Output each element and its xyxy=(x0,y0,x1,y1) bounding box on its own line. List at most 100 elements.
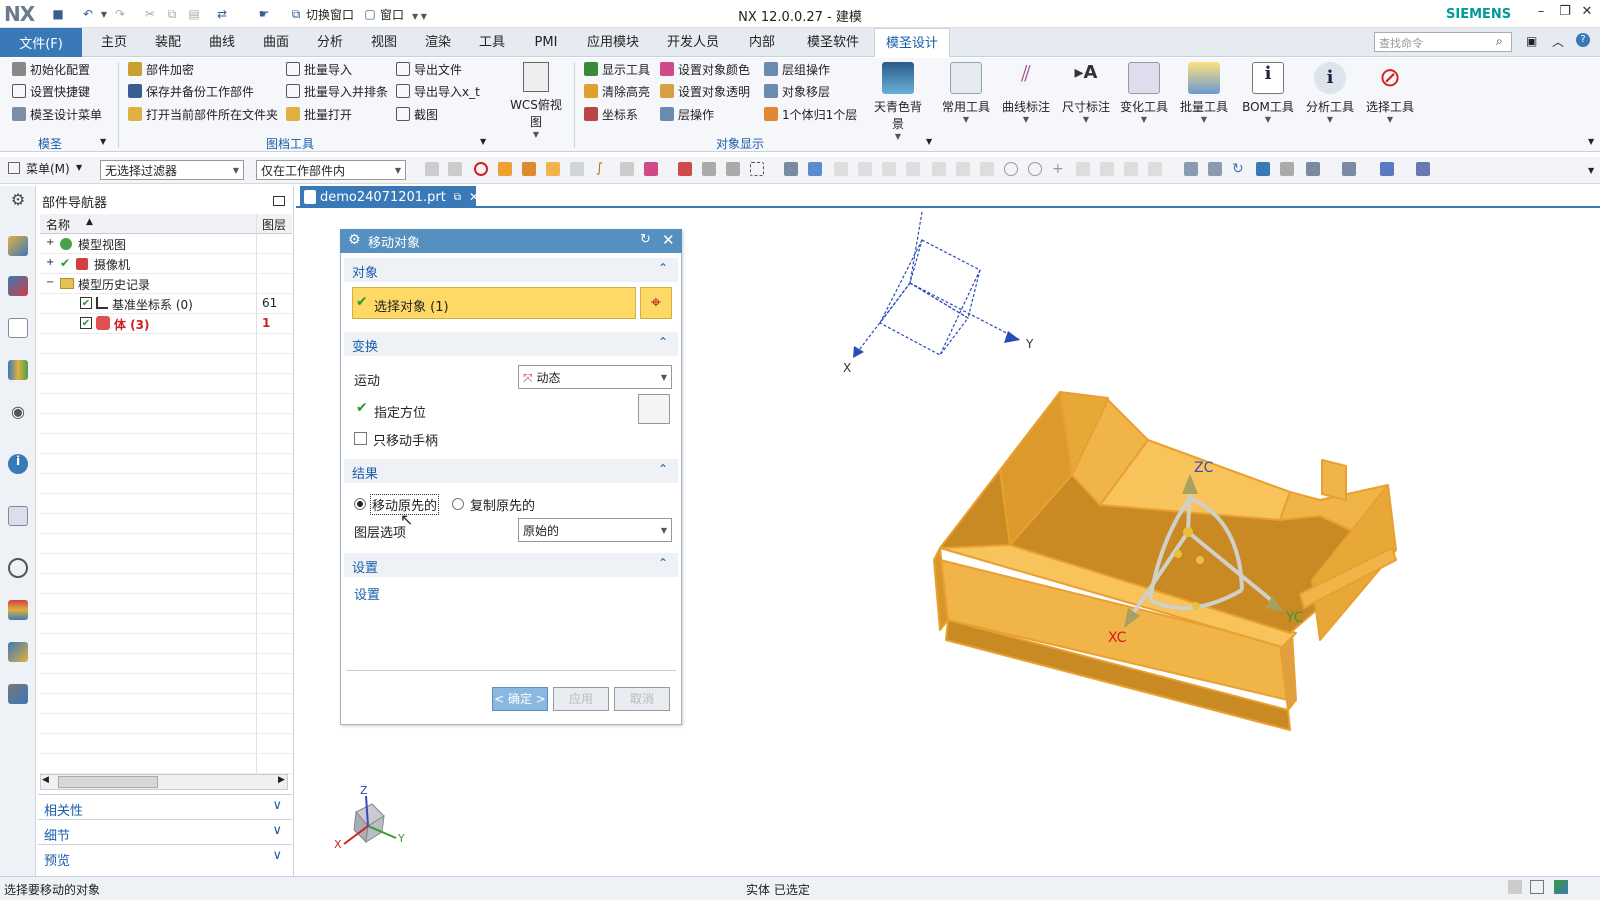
section-object[interactable]: 对象 ⌃ xyxy=(344,258,678,282)
filter-icon[interactable] xyxy=(425,162,439,176)
copy-original-label[interactable]: 复制原先的 xyxy=(470,495,535,514)
snap-i-icon[interactable] xyxy=(1124,162,1138,176)
set-color-button[interactable]: 设置对象颜色 xyxy=(660,59,750,79)
checkbox[interactable]: ✔ xyxy=(80,297,92,309)
render-style-icon[interactable] xyxy=(1342,162,1356,176)
tab-curve[interactable]: 曲线 xyxy=(200,28,244,57)
vertex-icon[interactable] xyxy=(678,162,692,176)
snap-g-icon[interactable] xyxy=(980,162,994,176)
bom-tools-button[interactable]: i BOM工具 ▼ xyxy=(1240,62,1296,124)
tab-assembly[interactable]: 装配 xyxy=(146,28,190,57)
curve-icon[interactable]: ∫ xyxy=(596,162,610,176)
curve-annotation-button[interactable]: ⫽ 曲线标注 ▼ xyxy=(998,62,1054,124)
file-menu[interactable]: 文件(F) xyxy=(0,28,82,57)
snap-point-icon[interactable] xyxy=(644,162,658,176)
checkmark-icon[interactable]: ✔ xyxy=(60,256,70,270)
solid-body[interactable] xyxy=(933,391,1397,731)
menu-dropdown-icon[interactable]: ▼ xyxy=(76,163,82,172)
info-icon[interactable]: i xyxy=(8,454,28,474)
select-tools-button[interactable]: ⊘ 选择工具 ▼ xyxy=(1362,62,1418,124)
roles-icon[interactable] xyxy=(8,684,28,704)
tab-options-icon[interactable]: ⧉ xyxy=(454,192,461,203)
cancel-button[interactable]: 取消 xyxy=(614,687,670,711)
tab-developer[interactable]: 开发人员 xyxy=(660,28,726,57)
part-encrypt-button[interactable]: 部件加密 xyxy=(128,59,194,79)
snap-e-icon[interactable] xyxy=(932,162,946,176)
snap-f-icon[interactable] xyxy=(956,162,970,176)
gear-icon[interactable]: ⚙ xyxy=(348,232,361,248)
common-tools-button[interactable]: 常用工具 ▼ xyxy=(938,62,994,124)
export-file-button[interactable]: 导出文件 xyxy=(396,59,462,79)
layout-icon[interactable] xyxy=(1306,162,1320,176)
snap-h-icon[interactable] xyxy=(1100,162,1114,176)
fit-view-icon[interactable] xyxy=(1184,162,1198,176)
tab-application[interactable]: 应用模块 xyxy=(580,28,646,57)
transform-tools-button[interactable]: 变化工具 ▼ xyxy=(1116,62,1172,124)
midpoint-icon[interactable] xyxy=(702,162,716,176)
circle-snap-icon[interactable] xyxy=(1004,162,1018,176)
history-clock-icon[interactable] xyxy=(8,558,28,578)
crosshair-icon[interactable]: ⌖ xyxy=(640,287,672,319)
tree-row-body[interactable] xyxy=(40,314,292,334)
constraint-navigator-icon[interactable] xyxy=(8,276,28,296)
ribbon-more-icon[interactable]: ▼ xyxy=(1588,137,1594,146)
show-tool-button[interactable]: 显示工具 xyxy=(584,59,650,79)
set-shortcut-button[interactable]: 设置快捷键 xyxy=(12,81,90,101)
solid-body-icon[interactable] xyxy=(498,162,512,176)
open-folder-button[interactable]: 打开当前部件所在文件夹 xyxy=(128,104,278,124)
move-layer-button[interactable]: 对象移层 xyxy=(764,81,830,101)
column-layer-header[interactable]: 图层 xyxy=(262,216,286,233)
batch-import-button[interactable]: 批量导入 xyxy=(286,59,352,79)
plus-snap-icon[interactable]: + xyxy=(1052,162,1066,176)
save-backup-button[interactable]: 保存并备份工作部件 xyxy=(128,81,254,101)
scope-select[interactable]: 仅在工作部件内 ▼ xyxy=(256,160,406,180)
ok-button[interactable]: < 确定 > xyxy=(492,687,548,711)
scroll-left-icon[interactable]: ◀ xyxy=(42,775,49,785)
section-settings[interactable]: 设置 ⌃ xyxy=(344,553,678,577)
face-icon[interactable] xyxy=(522,162,536,176)
snap-icon[interactable] xyxy=(448,162,462,176)
batch-tools-button[interactable]: 批量工具 ▼ xyxy=(1176,62,1232,124)
search-icon[interactable]: ⌕ xyxy=(1496,34,1503,49)
tab-pmi[interactable]: PMI xyxy=(524,28,568,57)
tab-surface[interactable]: 曲面 xyxy=(254,28,298,57)
command-search-input[interactable]: 查找命令 xyxy=(1374,32,1512,52)
layer-op-button[interactable]: 层操作 xyxy=(660,104,714,124)
toolbar-more-icon[interactable]: ▼ xyxy=(1588,166,1594,175)
status-icon-1[interactable] xyxy=(1508,880,1522,894)
dimension-annotation-button[interactable]: ▸A 尺寸标注 ▼ xyxy=(1058,62,1114,124)
section-result[interactable]: 结果 ⌃ xyxy=(344,459,678,483)
close-window-icon[interactable]: ✕ xyxy=(1576,4,1598,24)
export-xt-button[interactable]: 导出导入x_t xyxy=(396,81,480,101)
expand-icon[interactable]: + xyxy=(46,257,54,268)
help-icon[interactable]: ? xyxy=(1576,33,1590,47)
group-expand-icon[interactable]: ▼ xyxy=(480,137,486,146)
clear-highlight-button[interactable]: 清除高亮 xyxy=(584,81,650,101)
snap-a-icon[interactable] xyxy=(834,162,848,176)
snap-c-icon[interactable] xyxy=(882,162,896,176)
analysis-tools-button[interactable]: i 分析工具 ▼ xyxy=(1302,62,1358,124)
close-tab-icon[interactable]: ✕ xyxy=(469,190,479,204)
document-tab[interactable]: demo24071201.prt ⧉ ✕ xyxy=(300,186,479,208)
reuse-library-icon[interactable] xyxy=(8,360,28,380)
restore-icon[interactable]: ❐ xyxy=(1554,4,1576,24)
tab-mosheng-design[interactable]: 模圣设计 xyxy=(874,28,950,57)
line-snap-icon[interactable] xyxy=(1076,162,1090,176)
collapse-icon[interactable]: − xyxy=(46,277,54,288)
wcs-top-view-button[interactable]: WCS俯视图 ▼ xyxy=(508,62,564,139)
body-per-layer-button[interactable]: 1个体归1个层 xyxy=(764,104,857,124)
visibility-icon[interactable] xyxy=(1416,162,1430,176)
system-materials-icon[interactable] xyxy=(8,600,28,620)
orient-icon[interactable] xyxy=(1280,162,1294,176)
tab-view[interactable]: 视图 xyxy=(362,28,406,57)
reset-icon[interactable]: ↻ xyxy=(640,232,651,247)
scrollbar-thumb[interactable] xyxy=(58,776,158,788)
rotate-icon[interactable]: ↻ xyxy=(1232,162,1246,176)
batch-import-arrange-button[interactable]: 批量导入并排条 xyxy=(286,81,388,101)
body-icon[interactable] xyxy=(546,162,560,176)
csys-button[interactable]: 坐标系 xyxy=(584,104,638,124)
radio-move-original[interactable] xyxy=(354,498,366,510)
batch-open-button[interactable]: 批量打开 xyxy=(286,104,352,124)
collapse-ribbon-icon[interactable]: ︿ xyxy=(1552,33,1564,50)
status-icon-3[interactable] xyxy=(1554,880,1568,894)
